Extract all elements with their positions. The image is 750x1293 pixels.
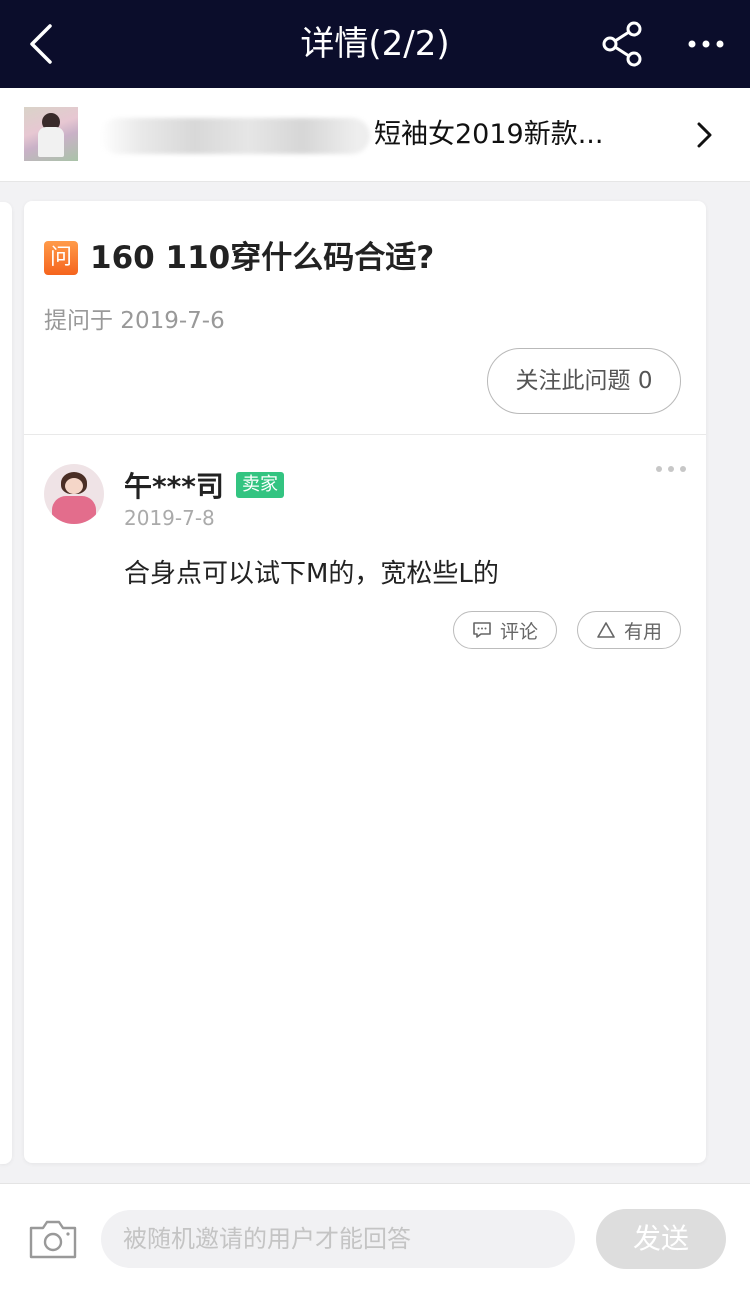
triangle-up-icon [597, 622, 615, 638]
camera-button[interactable] [28, 1218, 78, 1260]
question-date: 提问于 2019-7-6 [44, 308, 225, 334]
comment-label: 评论 [499, 620, 538, 643]
more-horizontal-icon [688, 40, 724, 48]
comment-button[interactable]: 评论 [453, 611, 557, 649]
answer-input-bar: 发送 [0, 1183, 750, 1293]
question-badge: 问 [44, 241, 78, 275]
question-title: 160 110穿什么码合适? [90, 240, 435, 276]
seller-badge: 卖家 [236, 472, 284, 498]
answer-user-name: 午***司 [124, 470, 224, 503]
answer-more-button[interactable] [654, 459, 688, 479]
product-title-text: 短袖女2019新款... [374, 119, 604, 150]
previous-card-edge[interactable] [0, 202, 12, 1164]
camera-icon [29, 1220, 77, 1259]
more-horizontal-icon [656, 466, 686, 472]
share-button[interactable] [598, 20, 646, 68]
more-button[interactable] [682, 22, 730, 66]
answer-input[interactable] [101, 1210, 575, 1268]
follow-question-button[interactable]: 关注此问题 0 [487, 348, 681, 414]
avatar[interactable] [44, 464, 104, 524]
top-nav-bar: 详情(2/2) [0, 0, 750, 88]
product-thumbnail [24, 107, 78, 161]
divider [24, 434, 706, 435]
useful-button[interactable]: 有用 [577, 611, 681, 649]
answer-date: 2019-7-8 [124, 506, 215, 530]
chevron-right-icon [697, 122, 712, 148]
useful-label: 有用 [623, 620, 662, 643]
answer-text: 合身点可以试下M的，宽松些L的 [124, 559, 499, 589]
question-card: 问 160 110穿什么码合适? 提问于 2019-7-6 关注此问题 0 午*… [24, 201, 706, 1163]
send-button[interactable]: 发送 [596, 1209, 726, 1269]
blurred-text-mask [100, 117, 370, 154]
product-title: 短袖女2019新款... [100, 88, 660, 182]
comment-icon [473, 622, 491, 638]
share-icon [602, 21, 642, 67]
product-link-bar[interactable]: 短袖女2019新款... [0, 88, 750, 182]
